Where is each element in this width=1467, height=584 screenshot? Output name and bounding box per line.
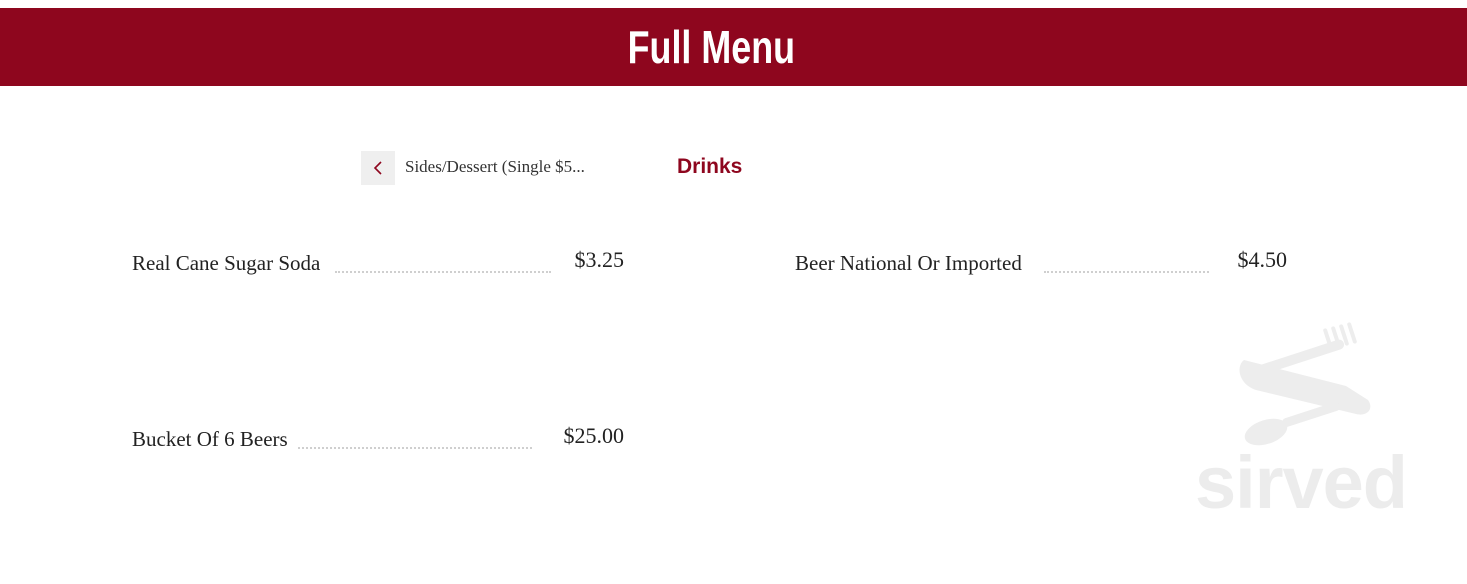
menu-item-name: Real Cane Sugar Soda [132,251,321,275]
watermark-text: sirved [1194,441,1408,524]
menu-item: Real Cane Sugar Soda $3.25 [132,246,624,276]
menu-page: Full Menu Sides/Dessert (Single $5... Dr… [0,0,1467,584]
leader-dots [298,447,532,449]
menu-header: Full Menu [0,8,1467,86]
menu-item: Bucket Of 6 Beers $25.00 [132,422,624,452]
leader-dots [335,271,551,273]
menu-item-price: $4.50 [1237,247,1288,272]
chevron-left-icon [373,161,382,175]
tab-drinks[interactable]: Drinks [677,155,742,179]
utensils-icon [1239,322,1371,446]
menu-item-price: $25.00 [563,423,625,448]
menu-item-name: Bucket Of 6 Beers [132,427,288,451]
prev-category-button[interactable] [361,151,395,185]
leader-dots [1044,271,1209,273]
menu-item-name: Beer National Or Imported [795,251,1022,275]
sirved-watermark: sirved [1186,322,1416,524]
menu-item-price: $3.25 [574,247,625,272]
menu-item: Beer National Or Imported $4.50 [795,246,1287,276]
tab-sides-dessert[interactable]: Sides/Dessert (Single $5... [405,157,610,177]
page-title: Full Menu [627,21,796,73]
